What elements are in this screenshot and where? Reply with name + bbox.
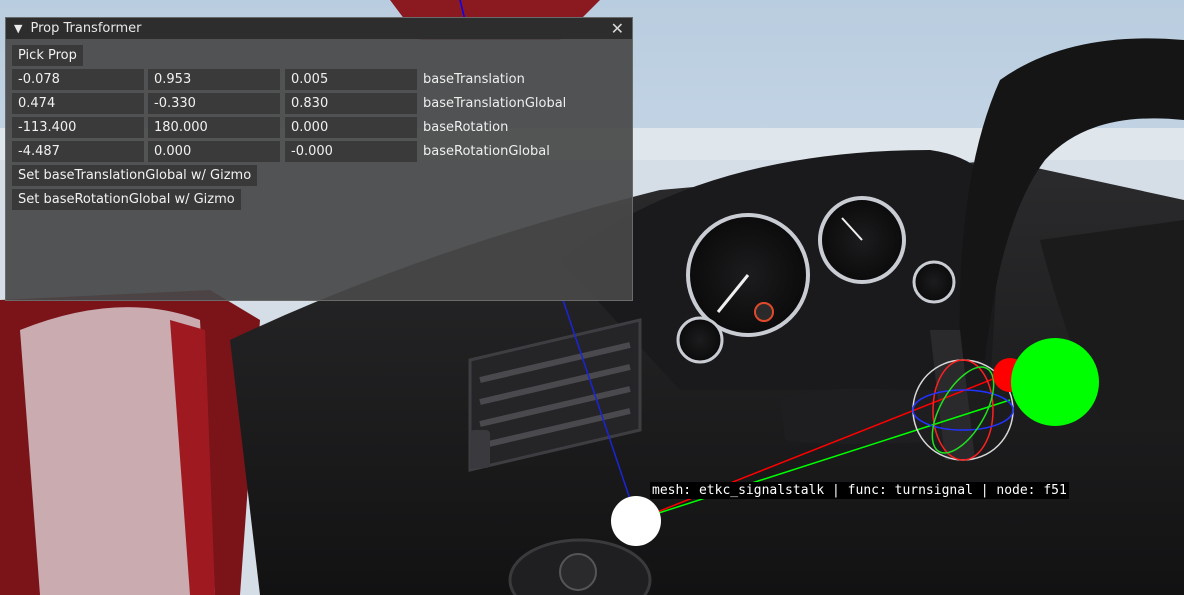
set-rotation-gizmo-button[interactable]: Set baseRotationGlobal w/ Gizmo [12, 189, 241, 210]
set-translation-gizmo-button[interactable]: Set baseTranslationGlobal w/ Gizmo [12, 165, 258, 186]
base-rotation-global-z-field[interactable]: -0.000 [285, 141, 417, 162]
base-translation-global-y-field[interactable]: -0.330 [148, 93, 280, 114]
base-translation-z-field[interactable]: 0.005 [285, 69, 417, 90]
base-translation-x-field[interactable]: -0.078 [12, 69, 144, 90]
base-rotation-global-x-field[interactable]: -4.487 [12, 141, 144, 162]
pick-prop-button[interactable]: Pick Prop [12, 45, 83, 66]
base-translation-global-label: baseTranslationGlobal [423, 96, 567, 111]
mesh-info-overlay: mesh: etkc_signalstalk | func: turnsigna… [650, 482, 1069, 499]
close-icon[interactable]: ✕ [611, 18, 624, 39]
base-rotation-y-field[interactable]: 180.000 [148, 117, 280, 138]
prop-transformer-window[interactable]: ▼ Prop Transformer ✕ Pick Prop -0.078 0.… [5, 17, 633, 301]
window-title: Prop Transformer [30, 21, 142, 36]
base-rotation-x-field[interactable]: -113.400 [12, 117, 144, 138]
window-titlebar[interactable]: ▼ Prop Transformer ✕ [6, 18, 632, 39]
base-rotation-label: baseRotation [423, 120, 509, 135]
collapse-triangle-icon[interactable]: ▼ [14, 18, 22, 39]
base-translation-label: baseTranslation [423, 72, 525, 87]
base-translation-global-x-field[interactable]: 0.474 [12, 93, 144, 114]
base-rotation-z-field[interactable]: 0.000 [285, 117, 417, 138]
base-rotation-global-label: baseRotationGlobal [423, 144, 550, 159]
base-translation-y-field[interactable]: 0.953 [148, 69, 280, 90]
base-rotation-global-y-field[interactable]: 0.000 [148, 141, 280, 162]
base-translation-global-z-field[interactable]: 0.830 [285, 93, 417, 114]
